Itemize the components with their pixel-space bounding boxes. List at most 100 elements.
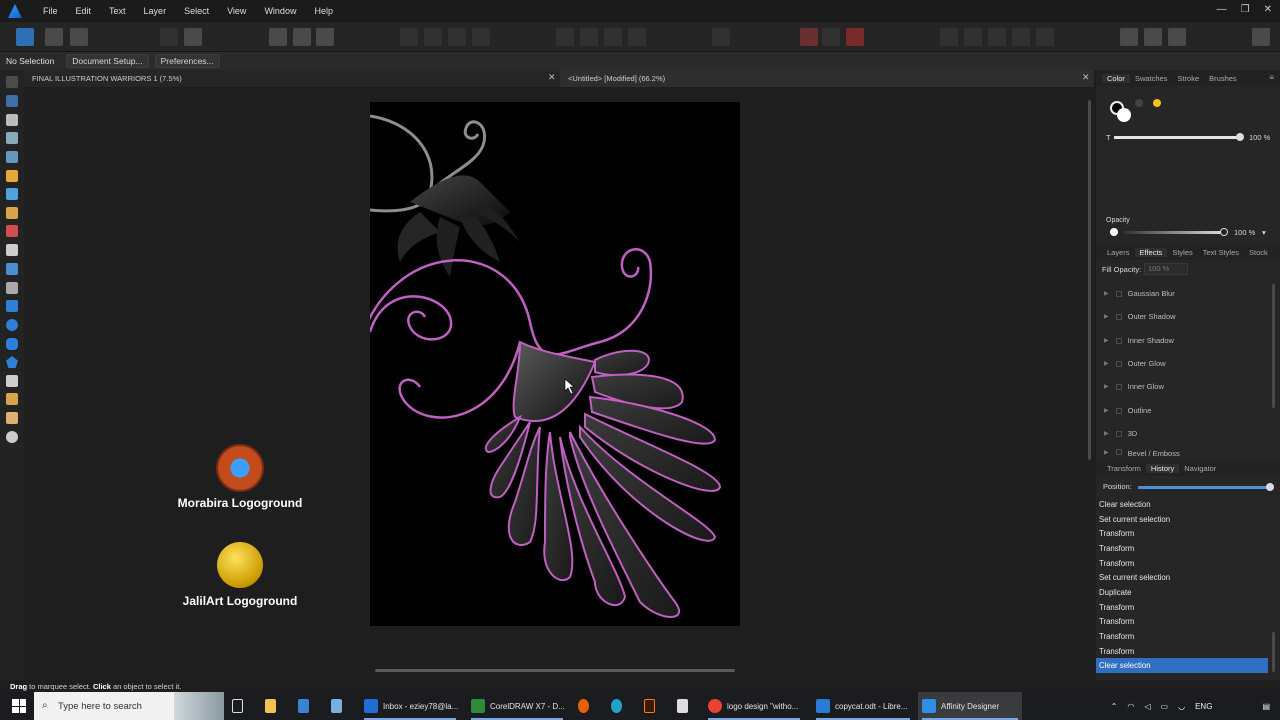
- ellipse-tool-icon[interactable]: [6, 319, 18, 331]
- taskbar-app-chrome[interactable]: logo design "witho...: [704, 692, 804, 720]
- menu-layer[interactable]: Layer: [135, 6, 176, 16]
- menu-view[interactable]: View: [218, 6, 255, 16]
- artboard-tool-icon[interactable]: [6, 95, 18, 107]
- effect-outline[interactable]: ▶ Outline: [1096, 399, 1268, 422]
- taskbar-app-libreoffice[interactable]: copycat.odt - Libre...: [812, 692, 914, 720]
- corner-tool-icon[interactable]: [6, 132, 18, 144]
- menu-help[interactable]: Help: [305, 6, 342, 16]
- history-entry[interactable]: Set current selection: [1096, 570, 1268, 585]
- fill-tool-icon[interactable]: [6, 225, 18, 237]
- illustrator-icon[interactable]: [644, 692, 660, 720]
- calculator-icon[interactable]: [298, 692, 314, 720]
- expand-icon[interactable]: ▶: [1104, 449, 1109, 456]
- effect-outer-glow[interactable]: ▶ Outer Glow: [1096, 352, 1268, 375]
- history-entry[interactable]: Transform: [1096, 644, 1268, 659]
- wifi-icon[interactable]: ◡: [1178, 702, 1185, 711]
- user-interface-icon[interactable]: [1120, 28, 1138, 46]
- tab-transform[interactable]: Transform: [1102, 464, 1146, 473]
- history-entry[interactable]: Set current selection: [1096, 512, 1268, 527]
- node-tool-icon[interactable]: [6, 114, 18, 126]
- grid-icon[interactable]: [800, 28, 818, 46]
- opacity-slider-handle[interactable]: [1220, 228, 1228, 236]
- designer-persona-icon[interactable]: [16, 28, 34, 46]
- tab-brushes[interactable]: Brushes: [1204, 74, 1242, 83]
- boolean-add-icon[interactable]: [940, 28, 958, 46]
- minimize-button[interactable]: —: [1217, 4, 1227, 15]
- history-entry[interactable]: Transform: [1096, 614, 1268, 629]
- transparency-tool-icon[interactable]: [6, 244, 18, 256]
- history-position-slider[interactable]: [1138, 486, 1270, 489]
- tab-stroke[interactable]: Stroke: [1172, 74, 1204, 83]
- select-same-icon[interactable]: [293, 28, 311, 46]
- tab-text-styles[interactable]: Text Styles: [1198, 248, 1244, 257]
- move-tool-icon[interactable]: [6, 76, 18, 88]
- crop-tool-icon[interactable]: [6, 282, 18, 294]
- snap-to-grid-icon[interactable]: [822, 28, 840, 46]
- history-scrollbar[interactable]: [1272, 632, 1275, 672]
- document-setup-button[interactable]: Document Setup...: [66, 54, 149, 68]
- pencil-tool-icon[interactable]: [6, 188, 18, 200]
- tab-styles[interactable]: Styles: [1167, 248, 1197, 257]
- effects-scrollbar[interactable]: [1272, 284, 1275, 408]
- tab-history[interactable]: History: [1145, 463, 1180, 473]
- tint-value[interactable]: 100 %: [1249, 133, 1270, 142]
- horizontal-scrollbar[interactable]: [375, 669, 735, 672]
- effect-gaussian-blur[interactable]: ▶ Gaussian Blur: [1096, 282, 1268, 305]
- notifications-icon[interactable]: ▤: [1262, 702, 1270, 711]
- windows-start-icon[interactable]: [12, 699, 26, 713]
- effect-checkbox[interactable]: [1115, 383, 1122, 390]
- ornament-artwork[interactable]: [370, 102, 740, 626]
- tray-overflow-icon[interactable]: ⌃: [1111, 702, 1118, 711]
- menu-file[interactable]: File: [34, 6, 67, 16]
- document-icon[interactable]: [677, 692, 693, 720]
- effect-checkbox[interactable]: [1115, 337, 1122, 344]
- volume-icon[interactable]: ◁: [1144, 702, 1150, 711]
- restore-button[interactable]: ❐: [1241, 4, 1250, 15]
- history-entry[interactable]: Transform: [1096, 629, 1268, 644]
- tint-slider-handle[interactable]: [1236, 133, 1244, 141]
- arrange-back-icon[interactable]: [400, 28, 418, 46]
- boolean-intersect-icon[interactable]: [988, 28, 1006, 46]
- effect-checkbox[interactable]: [1115, 407, 1122, 414]
- tab-color[interactable]: Color: [1102, 73, 1130, 83]
- taskbar-app-coreldraw[interactable]: CorelDRAW X7 - D...: [467, 692, 567, 720]
- history-slider-handle[interactable]: [1266, 483, 1274, 491]
- effect-checkbox[interactable]: [1115, 430, 1122, 437]
- opacity-dropdown-icon[interactable]: ▾: [1262, 228, 1266, 237]
- history-entry-selected[interactable]: Clear selection: [1096, 658, 1268, 673]
- arrange-front-icon[interactable]: [472, 28, 490, 46]
- rectangle-tool-icon[interactable]: [6, 300, 18, 312]
- preferences-button[interactable]: Preferences...: [154, 54, 220, 68]
- vertical-scrollbar[interactable]: [1088, 100, 1091, 460]
- boolean-divide-icon[interactable]: [1036, 28, 1054, 46]
- select-all-icon[interactable]: [269, 28, 287, 46]
- firefox-icon[interactable]: [578, 692, 594, 720]
- taskbar-app-affinity[interactable]: Affinity Designer: [918, 692, 1022, 720]
- expand-icon[interactable]: ▶: [1104, 383, 1109, 390]
- insert-inside-icon[interactable]: [712, 28, 730, 46]
- tab-final-illustration[interactable]: FINAL ILLUSTRATION WARRIORS 1 (7.5%): [24, 70, 560, 87]
- pixel-persona-icon[interactable]: [45, 28, 63, 46]
- tab-layers[interactable]: Layers: [1102, 248, 1135, 257]
- file-explorer-icon[interactable]: [265, 692, 281, 720]
- assistant-icon[interactable]: [160, 28, 178, 46]
- flip-vertical-icon[interactable]: [604, 28, 622, 46]
- boolean-subtract-icon[interactable]: [964, 28, 982, 46]
- text-tool-icon[interactable]: [6, 375, 18, 387]
- expand-icon[interactable]: ▶: [1104, 407, 1109, 414]
- workspace-icon[interactable]: [1144, 28, 1162, 46]
- expand-icon[interactable]: ▶: [1104, 290, 1109, 297]
- menu-window[interactable]: Window: [255, 6, 305, 16]
- arrange-backward-icon[interactable]: [424, 28, 442, 46]
- notepad-icon[interactable]: [331, 692, 347, 720]
- tab-stock[interactable]: Stock: [1244, 248, 1273, 257]
- language-indicator[interactable]: ENG: [1195, 702, 1212, 711]
- transform-objects-icon[interactable]: [316, 28, 334, 46]
- pen-tool-icon[interactable]: [6, 170, 18, 182]
- history-entry[interactable]: Transform: [1096, 556, 1268, 571]
- opacity-slider[interactable]: [1124, 231, 1224, 234]
- align-icon[interactable]: [556, 28, 574, 46]
- brush-tool-icon[interactable]: [6, 207, 18, 219]
- tab-navigator[interactable]: Navigator: [1179, 464, 1221, 473]
- tab-untitled[interactable]: <Untitled> [Modified] (66.2%): [560, 70, 1094, 87]
